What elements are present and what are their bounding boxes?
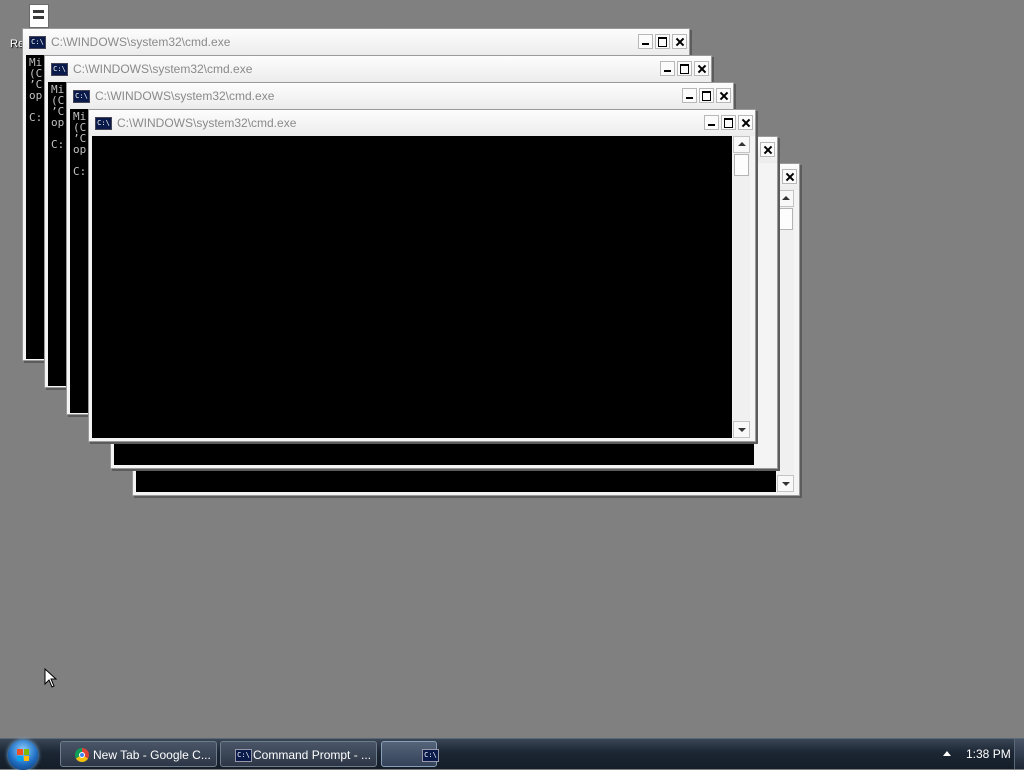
taskbar-button-cmd-group[interactable]: C:\ <box>381 741 439 767</box>
maximize-button[interactable] <box>677 61 692 76</box>
close-button[interactable] <box>760 142 775 157</box>
close-button[interactable] <box>716 88 731 103</box>
maximize-button[interactable] <box>655 34 670 49</box>
show-desktop-button[interactable] <box>1014 739 1024 769</box>
close-button[interactable] <box>738 115 753 130</box>
taskbar-button-label: New Tab - Google C... <box>93 748 211 762</box>
maximize-button[interactable] <box>721 115 736 130</box>
title-bar[interactable]: C:\ C:\WINDOWS\system32\cmd.exe <box>89 110 755 136</box>
window-title: C:\WINDOWS\system32\cmd.exe <box>117 116 297 130</box>
cmd-icon: C:\ <box>29 36 46 49</box>
scroll-down-arrow-icon[interactable] <box>777 475 794 492</box>
scroll-thumb[interactable] <box>734 154 749 176</box>
scroll-up-arrow-icon[interactable] <box>733 136 750 153</box>
windows-logo-icon <box>17 749 29 761</box>
window-title: C:\WINDOWS\system32\cmd.exe <box>95 89 275 103</box>
desktop: Re C:\ C:\WINDOWS\system32\cmd.exe Mi (C… <box>0 0 1024 738</box>
vertical-scrollbar[interactable] <box>733 136 750 438</box>
chrome-icon <box>75 748 89 762</box>
scroll-down-arrow-icon[interactable] <box>733 421 750 438</box>
maximize-button[interactable] <box>699 88 714 103</box>
taskbar-button-label: Command Prompt - ... <box>253 748 372 762</box>
title-bar[interactable]: C:\ C:\WINDOWS\system32\cmd.exe <box>23 29 689 55</box>
mouse-cursor-icon <box>44 668 58 688</box>
vertical-scrollbar[interactable] <box>777 190 794 492</box>
taskbar: New Tab - Google C... C:\ Command Prompt… <box>0 738 1024 770</box>
scroll-thumb[interactable] <box>778 208 793 230</box>
minimize-button[interactable] <box>638 34 653 49</box>
cmd-icon: C:\ <box>51 63 68 76</box>
cmd-window-4[interactable]: C:\ C:\WINDOWS\system32\cmd.exe <box>88 109 756 442</box>
cmd-icon: C:\ <box>235 749 252 762</box>
minimize-button[interactable] <box>660 61 675 76</box>
show-hidden-icons-arrow-icon[interactable] <box>943 751 951 756</box>
close-button[interactable] <box>782 169 797 184</box>
document-icon[interactable] <box>26 4 50 28</box>
clock[interactable]: 1:38 PM <box>966 747 1011 761</box>
title-bar[interactable]: C:\ C:\WINDOWS\system32\cmd.exe <box>45 56 711 82</box>
console-area[interactable] <box>92 136 732 438</box>
close-button[interactable] <box>672 34 687 49</box>
title-bar[interactable]: C:\ C:\WINDOWS\system32\cmd.exe <box>67 83 733 109</box>
taskbar-button-command-prompt[interactable]: C:\ Command Prompt - ... <box>220 741 377 767</box>
cmd-icon: C:\ <box>422 749 439 762</box>
start-button[interactable] <box>8 740 38 770</box>
scroll-up-arrow-icon[interactable] <box>777 190 794 207</box>
cmd-icon: C:\ <box>73 90 90 103</box>
window-title: C:\WINDOWS\system32\cmd.exe <box>51 35 231 49</box>
minimize-button[interactable] <box>682 88 697 103</box>
close-button[interactable] <box>694 61 709 76</box>
window-title: C:\WINDOWS\system32\cmd.exe <box>73 62 253 76</box>
cmd-icon: C:\ <box>95 117 112 130</box>
taskbar-button-chrome[interactable]: New Tab - Google C... <box>60 741 217 767</box>
minimize-button[interactable] <box>704 115 719 130</box>
